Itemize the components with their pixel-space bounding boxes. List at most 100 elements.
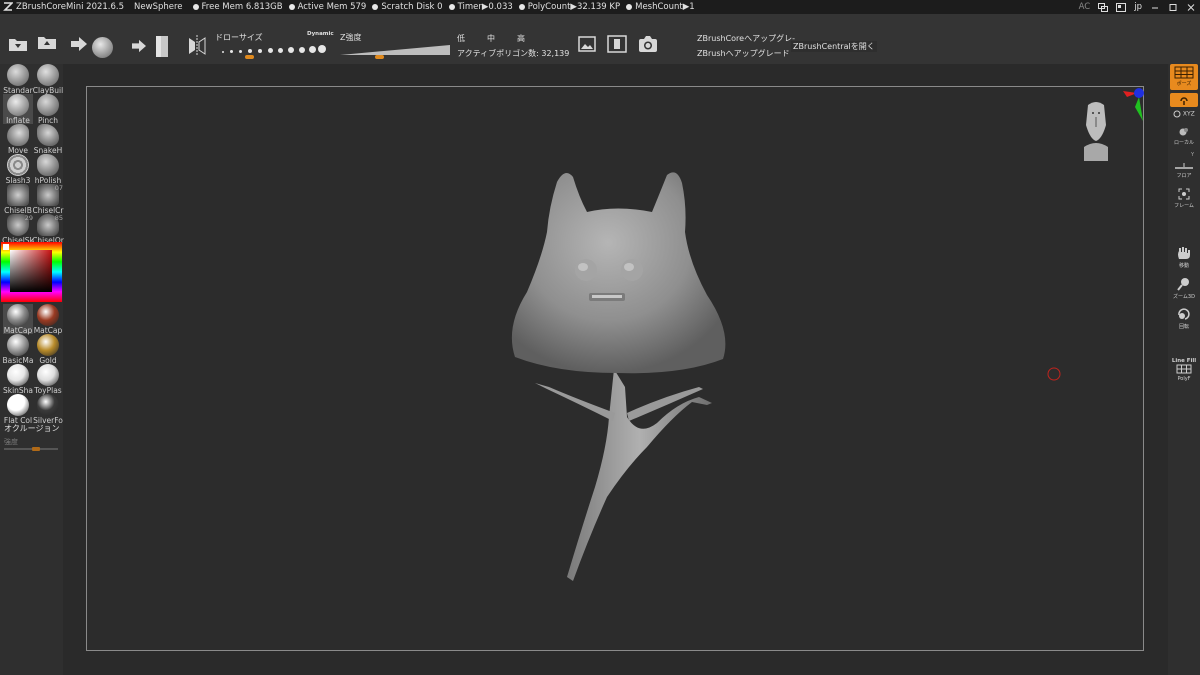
active-polygons-readout: アクティブポリゴン数: 32,139	[457, 49, 570, 58]
save-file-button[interactable]	[8, 34, 28, 54]
floor-button[interactable]: フロア	[1170, 162, 1198, 180]
pose-button[interactable]: ポーズ	[1170, 64, 1198, 90]
sculpt-viewport[interactable]	[87, 87, 1145, 652]
open-zbrushcentral-button[interactable]: ZBrushCentralを開く	[791, 41, 877, 52]
intensity-ramp-icon	[340, 45, 450, 55]
timer-stat: Timer▶0.033	[448, 2, 513, 12]
upgrade-core-button[interactable]: ZBrushCoreへアップグレ-	[697, 33, 795, 44]
sculpted-creature-model[interactable]	[511, 172, 726, 581]
strength-slider[interactable]	[4, 447, 58, 451]
material-basic[interactable]: BasicMa	[3, 334, 33, 365]
material-silverfoil[interactable]: SilverFo	[33, 394, 63, 425]
axis-gizmo[interactable]	[1109, 87, 1145, 123]
zoom3d-label: ズーム3D	[1173, 294, 1195, 300]
z-intensity-knob[interactable]	[375, 55, 384, 59]
document-button[interactable]	[607, 35, 627, 53]
resolution-mid-button[interactable]: 中	[487, 33, 495, 44]
frame-icon	[1178, 188, 1190, 200]
brush-chiselskull[interactable]: 29 ChiselSk	[2, 214, 34, 245]
draw-size-knob[interactable]	[245, 55, 254, 59]
top-toolbar: ドローサイズ Dynamic Z強度 低 中 高 アクティブポリゴン数: 32,…	[0, 14, 1200, 64]
zbrush-logo-icon	[3, 2, 13, 11]
resolution-high-button[interactable]: 高	[517, 33, 525, 44]
right-shelf: ポーズ XYZ ローカル Y フロア フレーム 移動 ズーム3D 回転 Line…	[1168, 64, 1200, 675]
brush-chiselb[interactable]: ChiselB	[3, 184, 33, 215]
line-fill-polyframe-button[interactable]: Line Fill PolyF	[1170, 358, 1198, 384]
open-file-button[interactable]	[37, 32, 57, 52]
material-gold[interactable]: Gold	[33, 334, 63, 365]
brush-slash3-icon	[7, 154, 29, 176]
material-toyplastic[interactable]: ToyPlas	[33, 364, 63, 395]
rotate-gizmo-button[interactable]	[1170, 93, 1198, 107]
polyframe-grid-icon	[1176, 364, 1192, 374]
title-bar: ZBrushCoreMini 2021.6.5 NewSphere Free M…	[0, 0, 1200, 14]
arrow-right-icon	[131, 39, 147, 53]
material-box-button[interactable]	[154, 34, 170, 58]
brush-pinch[interactable]: Pinch	[33, 94, 63, 125]
orientation-head-gizmo[interactable]	[1082, 99, 1110, 163]
material-matcap-red[interactable]: MatCap	[33, 304, 63, 335]
brush-chiselornament[interactable]: 85 ChiselOr	[32, 214, 64, 245]
import-image-button[interactable]	[578, 36, 596, 52]
size-dot	[239, 50, 242, 53]
occlusion-toggle[interactable]: オクルージョン	[4, 423, 59, 434]
brush-inflate[interactable]: Inflate	[3, 94, 33, 125]
dynamic-toggle[interactable]: Dynamic	[307, 31, 334, 37]
hand-move-icon	[1178, 247, 1190, 259]
brush-claybuildup[interactable]: ClayBuil	[33, 64, 63, 95]
symmetry-icon	[189, 35, 206, 55]
zoom3d-button[interactable]: ズーム3D	[1170, 277, 1198, 301]
material-flatcolor[interactable]: Flat Col	[3, 394, 33, 425]
current-tool-sphere[interactable]	[91, 36, 113, 58]
size-dot	[268, 48, 273, 53]
minimize-icon[interactable]	[1150, 3, 1160, 12]
polycount-stat: PolyCount▶32.139 KP	[518, 2, 620, 12]
brush-cursor	[1047, 367, 1061, 381]
resolution-low-button[interactable]: 低	[457, 33, 465, 44]
ac-button[interactable]: AC	[1079, 2, 1091, 12]
close-icon[interactable]	[1186, 3, 1196, 12]
move-view-button[interactable]: 移動	[1170, 246, 1198, 270]
symmetry-button[interactable]	[188, 34, 206, 56]
color-saturation-square[interactable]	[10, 250, 52, 292]
brush-slash3[interactable]: Slash3	[3, 154, 33, 185]
frame-button[interactable]: フレーム	[1170, 188, 1198, 210]
size-dot	[222, 51, 224, 53]
y-axis-toggle[interactable]: Y	[1170, 152, 1198, 160]
floor-icon	[1175, 163, 1193, 169]
brush-chiselcreature[interactable]: 07 ChiselCr	[33, 184, 64, 215]
material-ball-icon	[37, 304, 59, 326]
language-button[interactable]: jp	[1134, 2, 1142, 12]
camera-icon	[639, 36, 657, 52]
z-intensity-slider[interactable]	[340, 44, 450, 59]
brush-standard[interactable]: Standar	[3, 64, 33, 95]
brush-move-icon	[7, 124, 29, 146]
brush-hpolish[interactable]: hPolish	[33, 154, 63, 185]
folder-open-icon	[38, 37, 56, 49]
brush-claybuildup-icon	[37, 64, 59, 86]
grid-pose-icon	[1174, 66, 1194, 79]
draw-size-label: ドローサイズ	[215, 33, 263, 42]
ui-layout-icon[interactable]	[1098, 2, 1109, 12]
camera-button[interactable]	[637, 34, 659, 54]
local-button[interactable]: ローカル	[1170, 127, 1198, 147]
brush-snakehook-icon	[37, 124, 59, 146]
material-skinshade[interactable]: SkinSha	[3, 364, 33, 395]
xyz-button[interactable]: XYZ	[1170, 110, 1198, 124]
document-canvas[interactable]	[86, 86, 1144, 651]
material-matcap-gray[interactable]: MatCap	[3, 304, 33, 335]
brush-snakehook[interactable]: SnakeH	[33, 124, 63, 155]
upgrade-zbrush-button[interactable]: ZBrushへアップグレード	[697, 48, 790, 59]
rotate-view-button[interactable]: 回転	[1170, 307, 1198, 331]
maximize-icon[interactable]	[1168, 3, 1178, 12]
ui-preset-icon[interactable]	[1116, 2, 1127, 12]
color-picker[interactable]	[1, 242, 62, 302]
primary-color-swatch[interactable]	[3, 244, 9, 250]
material-ball-icon	[7, 394, 29, 416]
xyz-label: XYZ	[1182, 110, 1195, 118]
strength-knob[interactable]	[32, 447, 41, 451]
move-label: 移動	[1178, 263, 1189, 269]
draw-size-slider[interactable]	[220, 44, 328, 59]
brush-inflate-icon	[7, 94, 29, 116]
brush-move[interactable]: Move	[3, 124, 33, 155]
